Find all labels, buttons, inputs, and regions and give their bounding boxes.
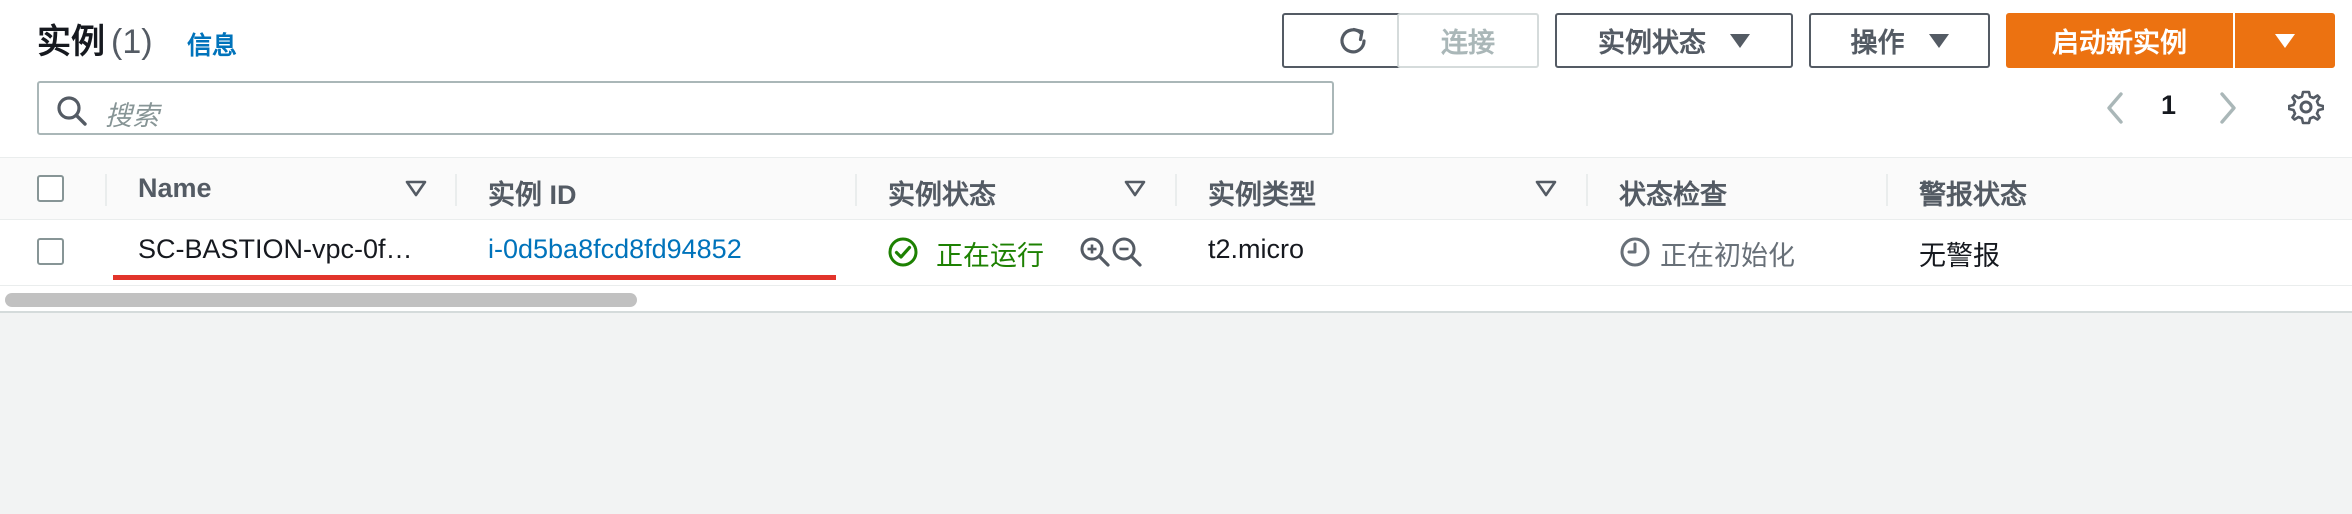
caret-down-icon xyxy=(2275,33,2295,48)
page-title: 实例 (1) xyxy=(37,14,153,63)
alarm-status-value: 无警报 xyxy=(1919,241,2000,271)
column-header-instance-state[interactable]: 实例状态 xyxy=(888,173,996,212)
caret-down-icon xyxy=(1928,33,1949,48)
instance-type-value: t2.micro xyxy=(1208,234,1305,264)
instances-panel: 实例 (1) 信息 连接 实例状态 操作 启动新实例 搜索 1 Name 实例 … xyxy=(0,0,2352,313)
instance-state-value: 正在运行 xyxy=(936,241,1044,271)
row-checkbox[interactable] xyxy=(37,238,64,265)
scrollbar-thumb[interactable] xyxy=(5,293,637,307)
current-page[interactable]: 1 xyxy=(2161,90,2176,121)
pending-clock-icon xyxy=(1620,237,1650,267)
search-icon xyxy=(57,96,87,126)
instance-state-dropdown[interactable]: 实例状态 xyxy=(1555,13,1793,68)
instance-name: SC-BASTION-vpc-0f… xyxy=(138,234,413,264)
status-check-value: 正在初始化 xyxy=(1660,241,1795,271)
column-divider xyxy=(1175,174,1177,206)
running-check-icon xyxy=(888,237,918,267)
table-header: Name 实例 ID 实例状态 实例类型 状态检查 警报状态 xyxy=(0,157,2352,220)
launch-instance-button[interactable]: 启动新实例 xyxy=(2006,13,2233,68)
connect-button[interactable]: 连接 xyxy=(1397,13,1539,68)
column-divider xyxy=(855,174,857,206)
refresh-icon xyxy=(1340,27,1366,53)
column-header-status-check[interactable]: 状态检查 xyxy=(1619,173,1727,212)
column-divider xyxy=(1886,174,1888,206)
column-divider xyxy=(455,174,457,206)
sort-icon[interactable] xyxy=(1535,179,1557,199)
column-header-name[interactable]: Name xyxy=(138,173,212,204)
instance-state-label: 实例状态 xyxy=(1598,28,1706,58)
zoom-out-icon[interactable] xyxy=(1111,236,1143,268)
actions-label: 操作 xyxy=(1850,28,1905,58)
sort-icon[interactable] xyxy=(405,179,427,199)
title-text: 实例 xyxy=(37,23,105,61)
column-header-instance-id[interactable]: 实例 ID xyxy=(488,173,577,212)
previous-page-icon[interactable] xyxy=(2103,90,2129,126)
select-all-checkbox[interactable] xyxy=(37,175,64,202)
info-link[interactable]: 信息 xyxy=(187,26,237,62)
sort-icon[interactable] xyxy=(1124,179,1146,199)
instance-count: (1) xyxy=(111,23,153,61)
caret-down-icon xyxy=(1730,33,1750,48)
zoom-in-icon[interactable] xyxy=(1079,236,1111,268)
column-divider xyxy=(1586,174,1588,206)
search-input[interactable]: 搜索 xyxy=(37,81,1334,135)
next-page-icon[interactable] xyxy=(2214,90,2240,126)
actions-dropdown[interactable]: 操作 xyxy=(1809,13,1990,68)
instance-id-link[interactable]: i-0d5ba8fcd8fd94852 xyxy=(488,234,742,265)
search-placeholder: 搜索 xyxy=(105,101,159,131)
column-header-instance-type[interactable]: 实例类型 xyxy=(1208,173,1316,212)
settings-gear-icon[interactable] xyxy=(2288,89,2324,125)
launch-instance-dropdown[interactable] xyxy=(2235,13,2335,68)
highlight-underline xyxy=(113,275,836,280)
column-header-alarm-status[interactable]: 警报状态 xyxy=(1919,173,2027,212)
column-divider xyxy=(105,174,107,206)
